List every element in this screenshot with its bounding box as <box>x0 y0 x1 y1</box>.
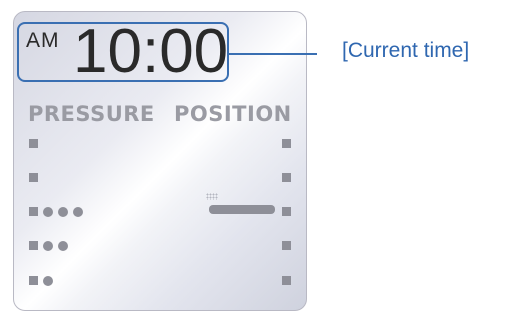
callout-label: [Current time] <box>342 39 470 62</box>
position-segment-3 <box>282 207 291 216</box>
clock-time: 10:00 <box>73 17 229 86</box>
position-bar <box>209 205 275 214</box>
pressure-dot <box>43 207 53 217</box>
position-segment-5 <box>282 276 291 285</box>
am-pm-indicator: AM <box>26 29 60 52</box>
pressure-segment-4 <box>29 241 38 250</box>
pressure-segment-5 <box>29 276 38 285</box>
pressure-dot <box>73 207 83 217</box>
position-label: POSITION <box>174 102 292 126</box>
pressure-dot <box>58 241 68 251</box>
position-segment-4 <box>282 241 291 250</box>
pressure-dot <box>43 241 53 251</box>
position-marker-dots <box>206 193 218 200</box>
pressure-segment-3 <box>29 207 38 216</box>
pressure-segment-2 <box>29 173 38 182</box>
pressure-dot <box>43 276 53 286</box>
position-segment-2 <box>282 173 291 182</box>
callout-line <box>229 53 317 55</box>
pressure-label: PRESSURE <box>28 102 155 126</box>
pressure-dot <box>58 207 68 217</box>
position-segment-1 <box>282 139 291 148</box>
pressure-segment-1 <box>29 139 38 148</box>
